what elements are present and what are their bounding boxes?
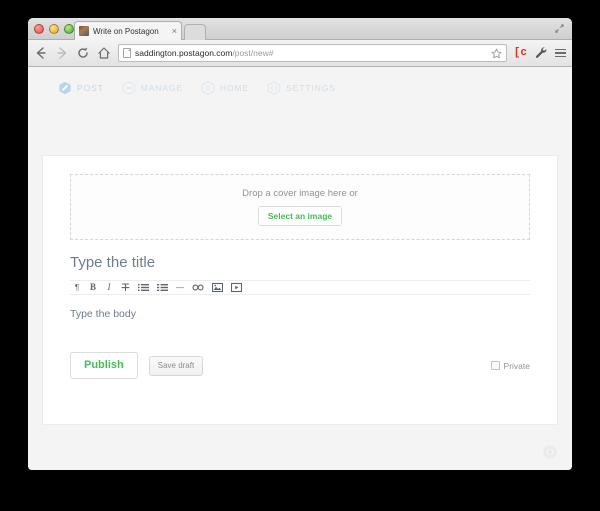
nav-label-home: HOME (220, 83, 250, 93)
editor-toolbar: ¶ B I — (70, 280, 530, 295)
link-icon[interactable] (192, 282, 204, 293)
unordered-list-icon[interactable] (138, 282, 149, 293)
browser-window: Write on Postagon × saddington.postagon.… (28, 18, 572, 470)
ordered-list-icon[interactable] (157, 282, 168, 293)
circle-hexagon-icon (201, 81, 215, 95)
bold-icon[interactable]: B (89, 282, 97, 293)
new-tab-button[interactable] (184, 24, 206, 40)
private-toggle[interactable]: Private (490, 360, 530, 371)
site-favicon (79, 26, 89, 36)
nav-item-settings[interactable]: SETTINGS (267, 81, 336, 95)
browser-titlebar: Write on Postagon × (28, 18, 572, 40)
close-icon[interactable]: × (169, 26, 177, 36)
tab-title: Write on Postagon (93, 26, 159, 36)
url-text: saddington.postagon.com/post/new# (135, 48, 487, 58)
italic-icon[interactable]: I (105, 282, 113, 293)
url-host: saddington.postagon.com (135, 48, 233, 58)
home-icon[interactable] (97, 46, 111, 60)
chevrons-hexagon-icon (267, 81, 281, 95)
nav-label-post: POST (77, 83, 104, 93)
paragraph-icon[interactable]: ¶ (73, 282, 81, 293)
zoom-window-button[interactable] (64, 24, 74, 34)
cover-image-dropzone[interactable]: Drop a cover image here or Select an ima… (70, 174, 530, 240)
url-path: /post/new# (232, 48, 274, 58)
postagon-hexagon-icon[interactable] (542, 444, 558, 460)
horizontal-rule-icon[interactable]: — (176, 282, 184, 293)
private-label: Private (503, 360, 530, 371)
private-checkbox[interactable] (490, 361, 500, 370)
post-body-input[interactable]: Type the body (70, 308, 530, 320)
post-title-input[interactable]: Type the title (70, 254, 530, 271)
minimize-window-button[interactable] (49, 24, 59, 34)
publish-button[interactable]: Publish (70, 352, 138, 379)
wrench-icon[interactable] (534, 46, 548, 60)
image-icon[interactable] (212, 282, 223, 293)
nav-label-manage: MANAGE (140, 83, 183, 93)
video-icon[interactable] (231, 282, 242, 293)
pencil-hexagon-icon (59, 81, 71, 95)
browser-toolbar: saddington.postagon.com/post/new# [c (28, 40, 572, 67)
back-icon[interactable] (34, 46, 48, 60)
app-navigation: POST MANAGE HOME SETTINGS (28, 67, 572, 95)
page-viewport: POST MANAGE HOME SETTINGS Drop a cover i… (28, 67, 572, 470)
bookmark-star-icon[interactable] (491, 47, 502, 59)
editor-actions: Publish Save draft Private (70, 352, 530, 379)
fullscreen-icon[interactable] (554, 23, 565, 34)
address-bar[interactable]: saddington.postagon.com/post/new# (118, 44, 507, 62)
browser-tab[interactable]: Write on Postagon × (74, 21, 182, 40)
close-window-button[interactable] (34, 24, 44, 34)
nav-item-home[interactable]: HOME (201, 81, 249, 95)
editor-card: Drop a cover image here or Select an ima… (42, 155, 558, 425)
reload-icon[interactable] (76, 46, 90, 60)
window-controls (34, 24, 74, 34)
bars-hexagon-icon (122, 81, 135, 95)
nav-label-settings: SETTINGS (286, 83, 336, 93)
page-info-icon[interactable] (123, 48, 131, 58)
browser-menu-icon[interactable] (555, 48, 566, 58)
strikethrough-icon[interactable] (121, 282, 130, 293)
extension-icon[interactable]: [c (514, 47, 527, 59)
save-draft-button[interactable]: Save draft (148, 355, 204, 376)
forward-icon[interactable] (55, 46, 69, 60)
nav-item-post[interactable]: POST (58, 81, 104, 95)
select-image-button[interactable]: Select an image (257, 206, 343, 226)
dropzone-label: Drop a cover image here or (242, 188, 358, 199)
nav-item-manage[interactable]: MANAGE (122, 81, 183, 95)
